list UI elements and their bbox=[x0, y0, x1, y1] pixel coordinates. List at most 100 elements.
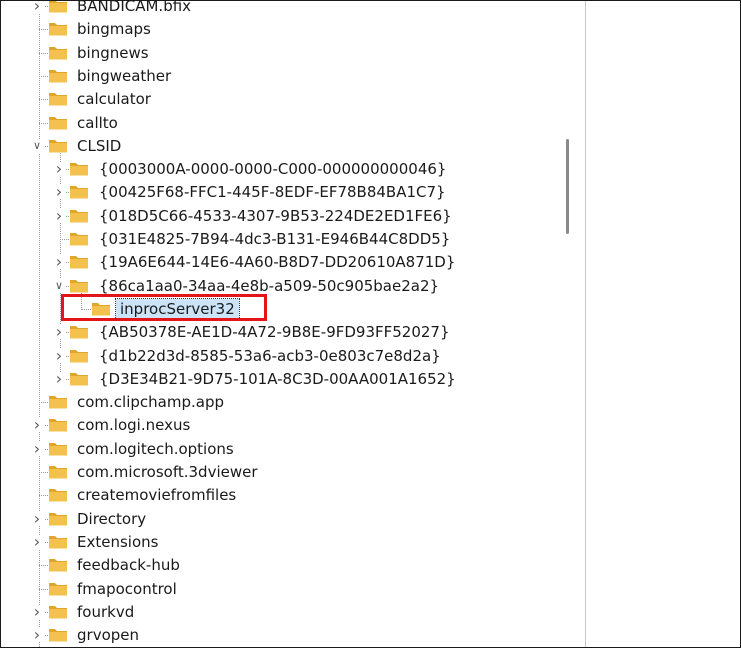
tree-item[interactable]: › Extensions bbox=[1, 530, 569, 553]
tree-item[interactable]: › {AB50378E-AE1D-4A72-9B8E-9FD93FF52027} bbox=[1, 320, 569, 343]
tree-item-label: com.logitech.options bbox=[77, 439, 234, 458]
tree-item[interactable]: › fourkvd bbox=[1, 600, 569, 623]
chevron-right-icon[interactable]: › bbox=[52, 370, 66, 386]
folder-icon bbox=[49, 629, 67, 642]
tree-item[interactable]: › {d1b22d3d-8585-53a6-acb3-0e803c7e8d2a} bbox=[1, 344, 569, 367]
tree-scrollbar-thumb[interactable] bbox=[566, 139, 569, 234]
chevron-right-icon[interactable]: › bbox=[52, 161, 66, 177]
tree-item-label: bingnews bbox=[77, 43, 149, 62]
folder-icon bbox=[49, 605, 67, 619]
chevron-right-icon[interactable]: › bbox=[52, 324, 66, 340]
tree-item-label: {19A6E644-14E6-4A60-B8D7-DD20610A871D} bbox=[99, 253, 456, 272]
tree-connector bbox=[39, 122, 48, 124]
tree-item[interactable]: ∨ CLSID bbox=[1, 134, 569, 157]
tree-item-label: com.microsoft.3dviewer bbox=[77, 463, 258, 481]
tree-item[interactable]: bingmaps bbox=[1, 17, 569, 40]
tree-connector bbox=[39, 472, 48, 473]
folder-icon bbox=[49, 396, 67, 409]
folder-icon bbox=[49, 69, 67, 83]
folder-icon bbox=[49, 466, 67, 479]
tree-connector bbox=[39, 588, 48, 590]
tree-item-label: {86ca1aa0-34aa-4e8b-a509-50c905bae2a2} bbox=[99, 276, 440, 295]
tree-item[interactable]: › com.logi.nexus bbox=[1, 413, 569, 436]
chevron-down-icon[interactable]: ∨ bbox=[30, 138, 44, 153]
tree-connector bbox=[39, 402, 48, 404]
tree-item[interactable]: calculator bbox=[1, 87, 569, 110]
folder-icon bbox=[70, 372, 88, 386]
folder-icon bbox=[70, 349, 88, 362]
folder-icon bbox=[70, 233, 88, 246]
chevron-right-icon[interactable]: › bbox=[30, 1, 44, 14]
tree-item-label: {0003000A-0000-0000-C000-000000000046} bbox=[99, 160, 447, 179]
tree-connector bbox=[39, 495, 48, 497]
tree-connector bbox=[39, 29, 48, 31]
folder-icon bbox=[70, 326, 88, 339]
tree-item[interactable]: com.microsoft.3dviewer bbox=[1, 460, 569, 483]
chevron-right-icon[interactable]: › bbox=[52, 207, 66, 223]
tree-item-label: grvopen bbox=[77, 626, 139, 645]
tree-item-label: {00425F68-FFC1-445F-8EDF-EF78B84BA1C7} bbox=[99, 183, 446, 202]
tree-item[interactable]: bingnews bbox=[1, 41, 569, 64]
annotation-highlight-box bbox=[61, 294, 267, 321]
tree-item-label: bingmaps bbox=[77, 20, 151, 39]
tree-item[interactable]: callto bbox=[1, 111, 569, 134]
tree-item-label: {d1b22d3d-8585-53a6-acb3-0e803c7e8d2a} bbox=[99, 346, 441, 365]
chevron-right-icon[interactable]: › bbox=[30, 440, 44, 456]
tree-item[interactable]: › Directory bbox=[1, 507, 569, 530]
folder-icon bbox=[49, 582, 67, 595]
tree-item[interactable]: bingweather bbox=[1, 64, 569, 87]
folder-icon bbox=[70, 209, 88, 223]
tree-item[interactable]: › {19A6E644-14E6-4A60-B8D7-DD20610A871D} bbox=[1, 250, 569, 273]
folder-icon bbox=[49, 512, 67, 526]
tree-item[interactable]: fmapocontrol bbox=[1, 577, 569, 600]
tree-connector bbox=[39, 565, 48, 567]
tree-item-label: Directory bbox=[77, 509, 147, 528]
chevron-right-icon[interactable]: › bbox=[52, 184, 66, 200]
tree-item-label: {D3E34B21-9D75-101A-8C3D-00AA001A1652} bbox=[99, 369, 456, 388]
tree-connector bbox=[39, 99, 48, 101]
folder-icon bbox=[70, 186, 88, 199]
tree-item[interactable]: feedback-hub bbox=[1, 553, 569, 576]
tree-item-label: {031E4825-7B94-4dc3-B131-E946B44C8DD5} bbox=[99, 230, 451, 248]
chevron-right-icon[interactable]: › bbox=[52, 347, 66, 363]
tree-item[interactable]: › {00425F68-FFC1-445F-8EDF-EF78B84BA1C7} bbox=[1, 180, 569, 203]
tree-item-label: feedback-hub bbox=[77, 556, 180, 575]
tree-item[interactable]: › {0003000A-0000-0000-C000-000000000046} bbox=[1, 157, 569, 180]
tree-item-label: {AB50378E-AE1D-4A72-9B8E-9FD93FF52027} bbox=[99, 323, 450, 342]
chevron-right-icon[interactable]: › bbox=[30, 510, 44, 526]
folder-icon bbox=[70, 256, 88, 269]
chevron-right-icon[interactable]: › bbox=[30, 603, 44, 619]
tree-item[interactable]: {031E4825-7B94-4dc3-B131-E946B44C8DD5} bbox=[1, 227, 569, 250]
chevron-right-icon[interactable]: › bbox=[52, 254, 66, 270]
values-pane[interactable] bbox=[586, 1, 740, 647]
folder-icon bbox=[49, 116, 67, 129]
folder-icon bbox=[70, 163, 88, 176]
tree-item[interactable]: › com.logitech.options bbox=[1, 437, 569, 460]
chevron-right-icon[interactable]: › bbox=[30, 533, 44, 549]
folder-icon bbox=[49, 535, 67, 549]
folder-icon bbox=[49, 23, 67, 36]
folder-icon bbox=[49, 1, 67, 13]
tree-item[interactable]: › BANDICAM.bfix bbox=[1, 1, 569, 17]
folder-icon bbox=[49, 489, 67, 502]
registry-key-tree[interactable]: › BANDICAM.bfix bingmaps bingnews bingweathe… bbox=[1, 1, 569, 647]
tree-item-label: BANDICAM.bfix bbox=[77, 1, 192, 15]
tree-item[interactable]: › grvopen bbox=[1, 623, 569, 646]
tree-item[interactable]: › {018D5C66-4533-4307-9B53-224DE2ED1FE6} bbox=[1, 204, 569, 227]
tree-item[interactable]: › {D3E34B21-9D75-101A-8C3D-00AA001A1652} bbox=[1, 367, 569, 390]
chevron-down-icon[interactable]: ∨ bbox=[52, 278, 66, 293]
chevron-right-icon[interactable]: › bbox=[30, 627, 44, 643]
tree-connector bbox=[60, 239, 69, 240]
folder-icon bbox=[49, 419, 67, 432]
registry-editor-window: › BANDICAM.bfix bingmaps bingnews bingweathe… bbox=[0, 0, 741, 648]
folder-icon bbox=[49, 442, 67, 456]
tree-item-label: bingweather bbox=[77, 66, 172, 85]
tree-item-label: com.logi.nexus bbox=[77, 416, 191, 435]
folder-icon bbox=[49, 559, 67, 572]
tree-item[interactable]: createmoviefromfiles bbox=[1, 483, 569, 506]
tree-connector bbox=[39, 52, 48, 54]
folder-icon bbox=[49, 139, 67, 153]
tree-scrollbar-track[interactable] bbox=[569, 1, 578, 647]
chevron-right-icon[interactable]: › bbox=[30, 417, 44, 433]
tree-item[interactable]: com.clipchamp.app bbox=[1, 390, 569, 413]
